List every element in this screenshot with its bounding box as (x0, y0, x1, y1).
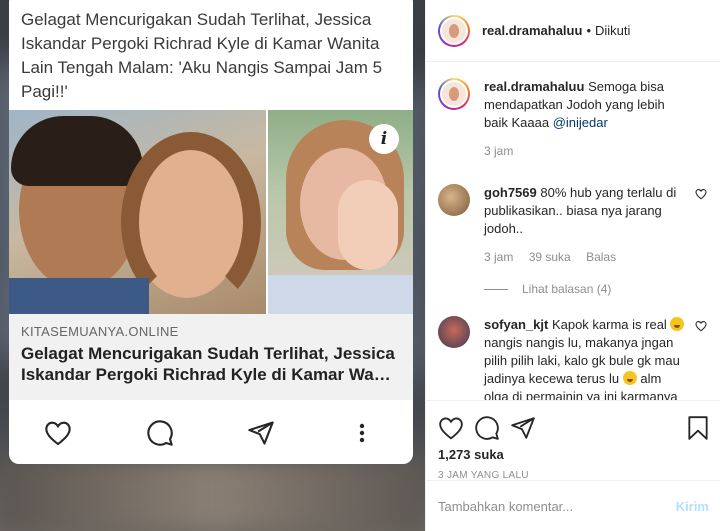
comment-time: 3 jam (484, 144, 514, 158)
share-icon[interactable] (244, 416, 278, 450)
list-item: goh7569 80% hub yang terlalu di publikas… (438, 184, 709, 266)
bookmark-icon[interactable] (687, 415, 709, 441)
reply-button[interactable]: Balas (586, 250, 616, 264)
comments-panel: real.dramahaluu • Diikuti real.dramahalu… (425, 0, 720, 531)
view-replies-label: Lihat balasan (4) (522, 282, 612, 296)
comment-text: Kapok karma is real (551, 317, 667, 332)
grin-emoji-icon (670, 317, 685, 331)
follow-status[interactable]: Diikuti (595, 23, 630, 38)
couple-photo (9, 110, 266, 314)
avatar[interactable] (438, 184, 470, 216)
link-domain: KITASEMUANYA.ONLINE (21, 324, 179, 339)
divider (484, 288, 508, 290)
comment-username[interactable]: real.dramahaluu (484, 79, 584, 94)
post-header: real.dramahaluu • Diikuti (426, 0, 720, 62)
comment-username[interactable]: sofyan_kjt (484, 317, 548, 332)
view-replies-button[interactable]: Lihat balasan (4) (484, 282, 709, 296)
header-separator: • (586, 23, 591, 38)
background-blur (0, 461, 425, 531)
share-icon[interactable] (510, 415, 536, 441)
post-comment-button[interactable]: Kirim (676, 499, 709, 514)
avatar[interactable] (438, 14, 470, 47)
header-username[interactable]: real.dramahaluu (482, 23, 582, 38)
comment-meta: 3 jam (484, 142, 687, 160)
comment-icon[interactable] (474, 415, 500, 441)
avatar[interactable] (438, 78, 470, 110)
like-heart-icon[interactable] (695, 188, 707, 200)
grin-emoji-icon (622, 371, 637, 385)
likes-count[interactable]: 1,273 suka (438, 447, 709, 462)
comment-time: 3 jam (484, 250, 514, 264)
link-title: Iskandar Pergoki Richrad Kyle di Kamar W… (21, 365, 401, 384)
link-preview[interactable]: KITASEMUANYA.ONLINE Gelagat Mencurigakan… (9, 314, 413, 400)
comment-meta: 3 jam 39 suka Balas (484, 248, 687, 266)
comment-list: real.dramahaluu Semoga bisa mendapatkan … (426, 62, 720, 400)
comment-mention[interactable]: @inijedar (553, 115, 608, 130)
link-title: Gelagat Mencurigakan Sudah Terlihat, Jes… (21, 344, 395, 363)
comment-likes[interactable]: 39 suka (529, 250, 571, 264)
info-icon[interactable]: i (369, 124, 399, 154)
avatar[interactable] (438, 316, 470, 348)
article-card[interactable]: Gelagat Mencurigakan Sudah Terlihat, Jes… (9, 0, 413, 464)
post-action-bar: 1,273 suka 3 JAM YANG LALU (426, 400, 720, 481)
article-headline: Gelagat Mencurigakan Sudah Terlihat, Jes… (21, 10, 383, 101)
comment-input[interactable] (438, 498, 676, 514)
heart-icon[interactable] (438, 415, 464, 441)
card-action-bar (9, 408, 413, 458)
list-item: sofyan_kjt Kapok karma is real nangis na… (438, 316, 709, 400)
like-heart-icon[interactable] (695, 320, 707, 332)
comment-icon[interactable] (143, 416, 177, 450)
more-icon[interactable] (345, 416, 379, 450)
article-photos: i (9, 110, 413, 314)
crying-woman-photo: i (268, 110, 413, 314)
post-media: Gelagat Mencurigakan Sudah Terlihat, Jes… (0, 0, 425, 531)
heart-icon[interactable] (41, 416, 75, 450)
comment-username[interactable]: goh7569 (484, 185, 537, 200)
caption-comment: real.dramahaluu Semoga bisa mendapatkan … (438, 78, 709, 160)
comment-form: Kirim (426, 480, 720, 531)
